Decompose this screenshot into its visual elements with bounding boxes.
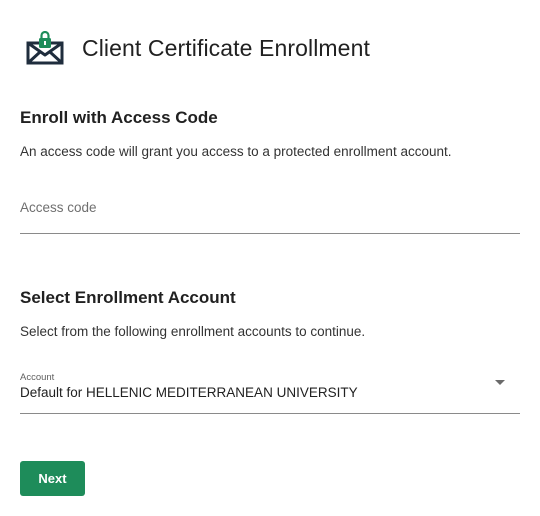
account-select[interactable]: Account Default for HELLENIC MEDITERRANE… <box>20 372 520 414</box>
access-code-section-title: Enroll with Access Code <box>20 108 218 127</box>
caret-down-icon[interactable] <box>495 380 505 385</box>
access-code-field[interactable] <box>20 197 520 234</box>
account-select-label: Account <box>20 372 55 383</box>
account-select-value: Default for HELLENIC MEDITERRANEAN UNIVE… <box>20 385 358 400</box>
access-code-input[interactable] <box>20 197 520 217</box>
access-code-section-description: An access code will grant you access to … <box>20 144 452 159</box>
next-button[interactable]: Next <box>20 461 85 496</box>
page-header: Client Certificate Enrollment <box>26 28 370 68</box>
page-title: Client Certificate Enrollment <box>82 34 370 61</box>
account-section-title: Select Enrollment Account <box>20 288 236 307</box>
account-section-description: Select from the following enrollment acc… <box>20 324 366 339</box>
envelope-lock-icon <box>26 31 64 65</box>
